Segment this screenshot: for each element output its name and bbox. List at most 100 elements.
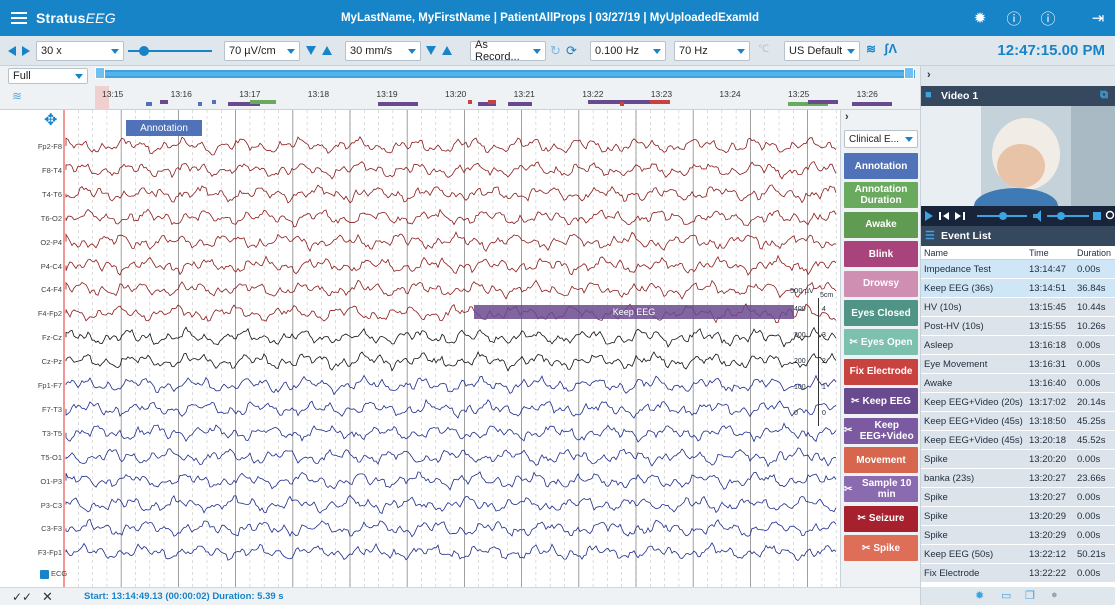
channel-label[interactable]: C4-F4 [0, 285, 64, 294]
event-button-annotation[interactable]: Annotation [844, 153, 918, 179]
waves-icon[interactable]: ≋ [12, 89, 22, 103]
volume-slider[interactable] [1047, 215, 1089, 217]
ecg-checkbox[interactable] [40, 570, 49, 579]
event-button-drowsy[interactable]: Drowsy [844, 270, 918, 297]
event-list-row[interactable]: Keep EEG+Video (20s) 13:17:02 20.14s [921, 393, 1115, 412]
video-frame[interactable] [921, 106, 1115, 206]
speed-slider[interactable] [128, 45, 212, 57]
eeg-channel-trace[interactable] [65, 351, 837, 372]
event-button-annotation-duration[interactable]: Annotation Duration [844, 182, 918, 209]
ruler-event-marker[interactable] [852, 102, 892, 106]
eeg-traces[interactable] [0, 110, 840, 587]
sensitivity-down-icon[interactable] [306, 46, 316, 55]
eeg-channel-trace[interactable] [65, 422, 837, 443]
high-filter-select[interactable]: 70 Hz [674, 41, 750, 61]
eeg-channel-trace[interactable] [65, 135, 837, 156]
ruler-event-marker[interactable] [212, 100, 216, 104]
channel-label[interactable]: T4-T6 [0, 190, 64, 199]
channel-label[interactable]: F3-Fp1 [0, 548, 64, 557]
eeg-channel-trace[interactable] [65, 326, 837, 348]
channel-label[interactable]: T6-O2 [0, 214, 64, 223]
event-list-row[interactable]: Post-HV (10s) 13:15:55 10.26s [921, 317, 1115, 336]
event-list-row[interactable]: Impedance Test 13:14:47 0.00s [921, 260, 1115, 279]
settings-icon[interactable]: ✹ [975, 589, 984, 602]
channel-label[interactable]: O2-P4 [0, 238, 64, 247]
eeg-channel-trace[interactable] [65, 184, 837, 204]
fft-icon[interactable]: ≋ [866, 42, 876, 56]
col-duration[interactable]: Duration [1077, 248, 1115, 258]
ruler-event-marker[interactable] [620, 102, 624, 106]
annotation-marker[interactable]: Annotation [126, 120, 202, 136]
ruler-event-marker[interactable] [468, 100, 472, 104]
ruler-event-marker[interactable] [198, 102, 202, 106]
copy-icon[interactable]: ❐ [1025, 589, 1035, 602]
sensitivity-up-icon[interactable] [322, 46, 332, 55]
event-button-spike[interactable]: ✂ Spike [844, 535, 918, 562]
low-filter-select[interactable]: 0.100 Hz [590, 41, 666, 61]
timeline-end-handle[interactable] [904, 67, 914, 79]
calendar-icon[interactable]: ▭ [1001, 589, 1011, 602]
ruler-event-marker[interactable] [250, 100, 276, 104]
montage-select[interactable]: As Record... [470, 39, 546, 63]
ruler-event-marker[interactable] [160, 100, 168, 104]
eeg-channel-trace[interactable] [65, 161, 837, 180]
help-icon[interactable]: ⓘ [997, 8, 1031, 29]
info-icon[interactable]: ⓘ [1031, 8, 1065, 29]
event-button-eyes-open[interactable]: ✂ Eyes Open [844, 329, 918, 356]
recording-timeline-bar[interactable] [95, 70, 915, 78]
eeg-channel-trace[interactable] [65, 254, 837, 276]
event-button-awake[interactable]: Awake [844, 211, 918, 238]
event-list-row[interactable]: Fix Electrode 13:22:22 0.00s [921, 564, 1115, 583]
event-button-seizure[interactable]: ✂ Seizure [844, 505, 918, 532]
notch-filter-icon[interactable]: ℃ [758, 44, 769, 55]
event-list-row[interactable]: HV (10s) 13:15:45 10.44s [921, 298, 1115, 317]
channel-label[interactable]: P4-C4 [0, 262, 64, 271]
event-button-keep-eeg-video[interactable]: ✂ Keep EEG+Video [844, 417, 918, 444]
accept-icon[interactable]: ✓✓ [12, 590, 32, 604]
channel-label[interactable]: T5-O1 [0, 453, 64, 462]
event-list-row[interactable]: Keep EEG+Video (45s) 13:20:18 45.52s [921, 431, 1115, 450]
event-list-row[interactable]: Keep EEG (36s) 13:14:51 36.84s [921, 279, 1115, 298]
eeg-channel-trace[interactable] [65, 542, 837, 562]
eeg-channel-trace[interactable] [65, 208, 837, 228]
channel-label[interactable]: Fp2-F8 [0, 142, 64, 151]
spike-detect-icon[interactable]: ʃΛ [884, 41, 897, 56]
eeg-channel-trace[interactable] [65, 279, 837, 300]
popout-icon[interactable]: ⧉ [1100, 89, 1108, 102]
channel-label[interactable]: F4-Fp2 [0, 309, 64, 318]
channel-label[interactable]: Cz-Pz [0, 357, 64, 366]
col-time[interactable]: Time [1029, 248, 1077, 258]
sensitivity-select[interactable]: 70 µV/cm [224, 41, 300, 61]
event-button-eyes-closed[interactable]: Eyes Closed [844, 300, 918, 326]
channel-label[interactable]: O1-P3 [0, 477, 64, 486]
event-list-row[interactable]: Awake 13:16:40 0.00s [921, 374, 1115, 393]
step-forward-icon[interactable] [955, 212, 961, 220]
ruler-event-marker[interactable] [808, 100, 838, 104]
timebase-select[interactable]: 30 mm/s [345, 41, 421, 61]
channel-label[interactable]: C3-F3 [0, 524, 64, 533]
ruler-event-marker[interactable] [650, 100, 670, 104]
montage-refresh-icon[interactable]: ↻ [550, 43, 561, 59]
collapse-events-icon[interactable]: › [845, 111, 849, 123]
channel-label[interactable]: F8-T4 [0, 166, 64, 175]
eeg-channel-trace[interactable] [65, 374, 837, 396]
timeline-start-handle[interactable] [95, 67, 105, 79]
event-list-row[interactable]: Spike 13:20:29 0.00s [921, 507, 1115, 526]
keep-eeg-region[interactable]: Keep EEG [474, 305, 794, 319]
event-button-keep-eeg[interactable]: ✂ Keep EEG [844, 388, 918, 415]
event-button-fix-electrode[interactable]: Fix Electrode [844, 358, 918, 385]
event-list-row[interactable]: Spike 13:20:29 0.00s [921, 526, 1115, 545]
next-page-icon[interactable] [22, 46, 30, 56]
event-list-row[interactable]: Keep EEG (50s) 13:22:12 50.21s [921, 545, 1115, 564]
col-name[interactable]: Name [921, 248, 1029, 258]
timebase-down-icon[interactable] [426, 46, 436, 55]
time-ruler[interactable]: ≋ 13:15 13:16 13:17 13:18 13:19 13:20 13:21 13:… [0, 86, 920, 110]
channel-label[interactable]: P3-C3 [0, 501, 64, 510]
eeg-channel-trace[interactable] [65, 471, 837, 491]
ruler-event-marker[interactable] [508, 102, 532, 106]
event-category-select[interactable]: Clinical E... [844, 130, 918, 148]
collapse-right-icon[interactable]: › [927, 69, 931, 81]
channel-label[interactable]: F7-T3 [0, 405, 64, 414]
timebase-up-icon[interactable] [442, 46, 452, 55]
channel-label[interactable]: T3-T5 [0, 429, 64, 438]
